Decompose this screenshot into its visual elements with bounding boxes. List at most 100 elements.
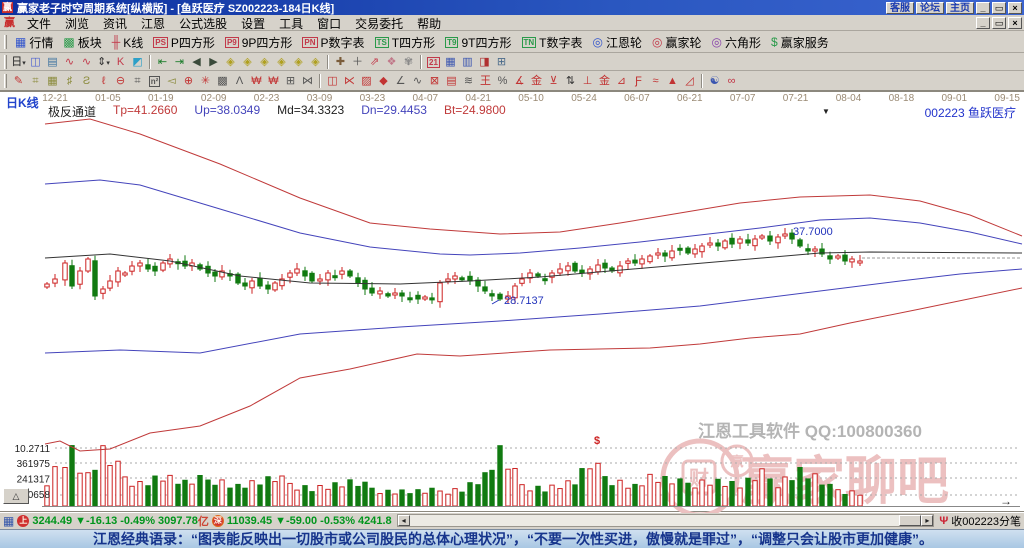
draw-tool-icon-12[interactable]: ▩ (214, 73, 231, 89)
nav-tool-icon-30[interactable]: ⊞ (493, 54, 510, 70)
draw-tool-icon-21[interactable]: ▨ (358, 73, 375, 89)
toolbar-button-P数字表[interactable]: PN P数字表 (297, 33, 369, 51)
draw-tool-icon-11[interactable]: ✳ (197, 73, 214, 89)
nav-tool-icon-15[interactable]: ◈ (256, 54, 273, 70)
menu-item-资讯[interactable]: 资讯 (96, 15, 134, 32)
toolbar-button-赢家服务[interactable]: $ 赢家服务 (766, 33, 834, 51)
draw-tool-icon-36[interactable]: ⊿ (613, 73, 630, 89)
draw-tool-icon-3[interactable]: ♯ (61, 73, 78, 89)
horizontal-scrollbar[interactable]: ◂ ▸ (396, 514, 935, 527)
draw-tool-icon-37[interactable]: Ƒ (630, 73, 647, 89)
draw-tool-icon-14[interactable]: ₩ (248, 73, 265, 89)
draw-tool-icon-4[interactable]: Ƨ (78, 73, 95, 89)
draw-tool-icon-2[interactable]: ▦ (44, 73, 61, 89)
toolbar-button-P四方形[interactable]: PS P四方形 (148, 33, 220, 51)
doc-close-button[interactable]: × (1008, 17, 1022, 29)
nav-tool-icon-1[interactable]: ◫ (27, 54, 44, 70)
draw-tool-icon-16[interactable]: ⊞ (282, 73, 299, 89)
menu-item-窗口[interactable]: 窗口 (310, 15, 348, 32)
menu-item-工具[interactable]: 工具 (272, 15, 310, 32)
draw-tool-icon-35[interactable]: 金 (596, 73, 613, 89)
restore-button[interactable]: ▭ (992, 1, 1006, 14)
draw-tool-icon-22[interactable]: ◆ (375, 73, 392, 89)
toolbar-button-江恩轮[interactable]: ◎ 江恩轮 (588, 33, 648, 51)
draw-tool-icon-20[interactable]: ⋉ (341, 73, 358, 89)
scroll-left-button[interactable]: ◂ (397, 515, 410, 526)
draw-tool-icon-24[interactable]: ∿ (409, 73, 426, 89)
toolbar-button-T四方形[interactable]: TS T四方形 (370, 33, 441, 51)
minimize-button[interactable]: _ (976, 1, 990, 14)
toolbar-button-赢家轮[interactable]: ◎ 赢家轮 (647, 33, 707, 51)
draw-tool-icon-6[interactable]: ⊖ (112, 73, 129, 89)
nav-tool-icon-28[interactable]: ▥ (459, 54, 476, 70)
titlebar-link-论坛[interactable]: 论坛 (916, 1, 944, 14)
nav-tool-icon-10[interactable]: ⇥ (171, 54, 188, 70)
toolbar-button-K线[interactable]: ╫ K线 (107, 33, 149, 51)
tick-data-label[interactable]: 收002223分笔 (951, 513, 1021, 529)
titlebar-link-主页[interactable]: 主页 (946, 1, 974, 14)
scrollbar-thumb[interactable] (899, 515, 922, 526)
nav-tool-icon-9[interactable]: ⇤ (154, 54, 171, 70)
nav-tool-icon-16[interactable]: ◈ (273, 54, 290, 70)
nav-tool-icon-14[interactable]: ◈ (239, 54, 256, 70)
draw-tool-icon-42[interactable]: ☯ (706, 73, 723, 89)
nav-tool-icon-12[interactable]: ▶ (205, 54, 222, 70)
nav-tool-icon-5[interactable]: ⇕▾ (95, 54, 112, 70)
toolbar-button-T数字表[interactable]: TN T数字表 (517, 33, 588, 51)
draw-tool-icon-27[interactable]: ≋ (460, 73, 477, 89)
menu-item-浏览[interactable]: 浏览 (58, 15, 96, 32)
menu-item-设置[interactable]: 设置 (234, 15, 272, 32)
menu-item-帮助[interactable]: 帮助 (410, 15, 448, 32)
draw-tool-icon-0[interactable]: ✎ (10, 73, 27, 89)
expand-pane-button[interactable]: △ (3, 488, 29, 504)
draw-tool-icon-29[interactable]: % (494, 73, 511, 89)
draw-tool-icon-43[interactable]: ∞ (723, 73, 740, 89)
draw-tool-icon-33[interactable]: ⇅ (562, 73, 579, 89)
draw-tool-icon-5[interactable]: ℓ (95, 73, 112, 89)
nav-tool-icon-6[interactable]: K (112, 54, 129, 70)
nav-tool-icon-18[interactable]: ◈ (307, 54, 324, 70)
draw-tool-icon-31[interactable]: 金 (528, 73, 545, 89)
nav-tool-icon-13[interactable]: ◈ (222, 54, 239, 70)
draw-tool-icon-28[interactable]: 王 (477, 73, 494, 89)
doc-restore-button[interactable]: ▭ (992, 17, 1006, 29)
draw-tool-icon-26[interactable]: ▤ (443, 73, 460, 89)
draw-tool-icon-25[interactable]: ⊠ (426, 73, 443, 89)
nav-tool-icon-26[interactable]: 21 (425, 54, 442, 70)
menu-item-公式选股[interactable]: 公式选股 (172, 15, 234, 32)
draw-tool-icon-9[interactable]: ◅ (163, 73, 180, 89)
draw-tool-icon-32[interactable]: ⊻ (545, 73, 562, 89)
quote-grid-icon[interactable]: ▦ (3, 514, 14, 528)
draw-tool-icon-23[interactable]: ∠ (392, 73, 409, 89)
nav-tool-icon-2[interactable]: ▤ (44, 54, 61, 70)
draw-tool-icon-1[interactable]: ⌗ (27, 73, 44, 89)
draw-tool-icon-38[interactable]: ≈ (647, 73, 664, 89)
toolbar-button-六角形[interactable]: ◎ 六角形 (707, 33, 767, 51)
nav-tool-icon-3[interactable]: ∿ (61, 54, 78, 70)
doc-minimize-button[interactable]: _ (976, 17, 990, 29)
nav-tool-icon-27[interactable]: ▦ (442, 54, 459, 70)
toolbar-button-板块[interactable]: ▩ 板块 (58, 33, 106, 51)
nav-tool-icon-7[interactable]: ◩ (129, 54, 146, 70)
nav-tool-icon-0[interactable]: 日▾ (10, 54, 27, 70)
menu-item-交易委托[interactable]: 交易委托 (348, 15, 410, 32)
toolbar-button-9P四方形[interactable]: P9 9P四方形 (220, 33, 297, 51)
titlebar-link-客服[interactable]: 客服 (886, 1, 914, 14)
draw-tool-icon-7[interactable]: ⌗ (129, 73, 146, 89)
draw-tool-icon-39[interactable]: ▲ (664, 73, 681, 89)
draw-tool-icon-34[interactable]: ⊥ (579, 73, 596, 89)
nav-tool-icon-21[interactable]: ＋ (349, 54, 366, 70)
toolbar-button-行情[interactable]: ▦ 行情 (10, 33, 58, 51)
draw-tool-icon-10[interactable]: ⊕ (180, 73, 197, 89)
nav-tool-icon-24[interactable]: ✾ (400, 54, 417, 70)
draw-tool-icon-13[interactable]: Λ (231, 73, 248, 89)
draw-tool-icon-17[interactable]: ⋈ (299, 73, 316, 89)
nav-tool-icon-22[interactable]: ⇗ (366, 54, 383, 70)
draw-tool-icon-40[interactable]: ◿ (681, 73, 698, 89)
draw-tool-icon-8[interactable]: n² (146, 73, 163, 89)
draw-tool-icon-19[interactable]: ◫ (324, 73, 341, 89)
draw-tool-icon-30[interactable]: ∡ (511, 73, 528, 89)
nav-tool-icon-4[interactable]: ∿ (78, 54, 95, 70)
nav-tool-icon-23[interactable]: ❖ (383, 54, 400, 70)
toolbar-button-9T四方形[interactable]: T9 9T四方形 (440, 33, 516, 51)
